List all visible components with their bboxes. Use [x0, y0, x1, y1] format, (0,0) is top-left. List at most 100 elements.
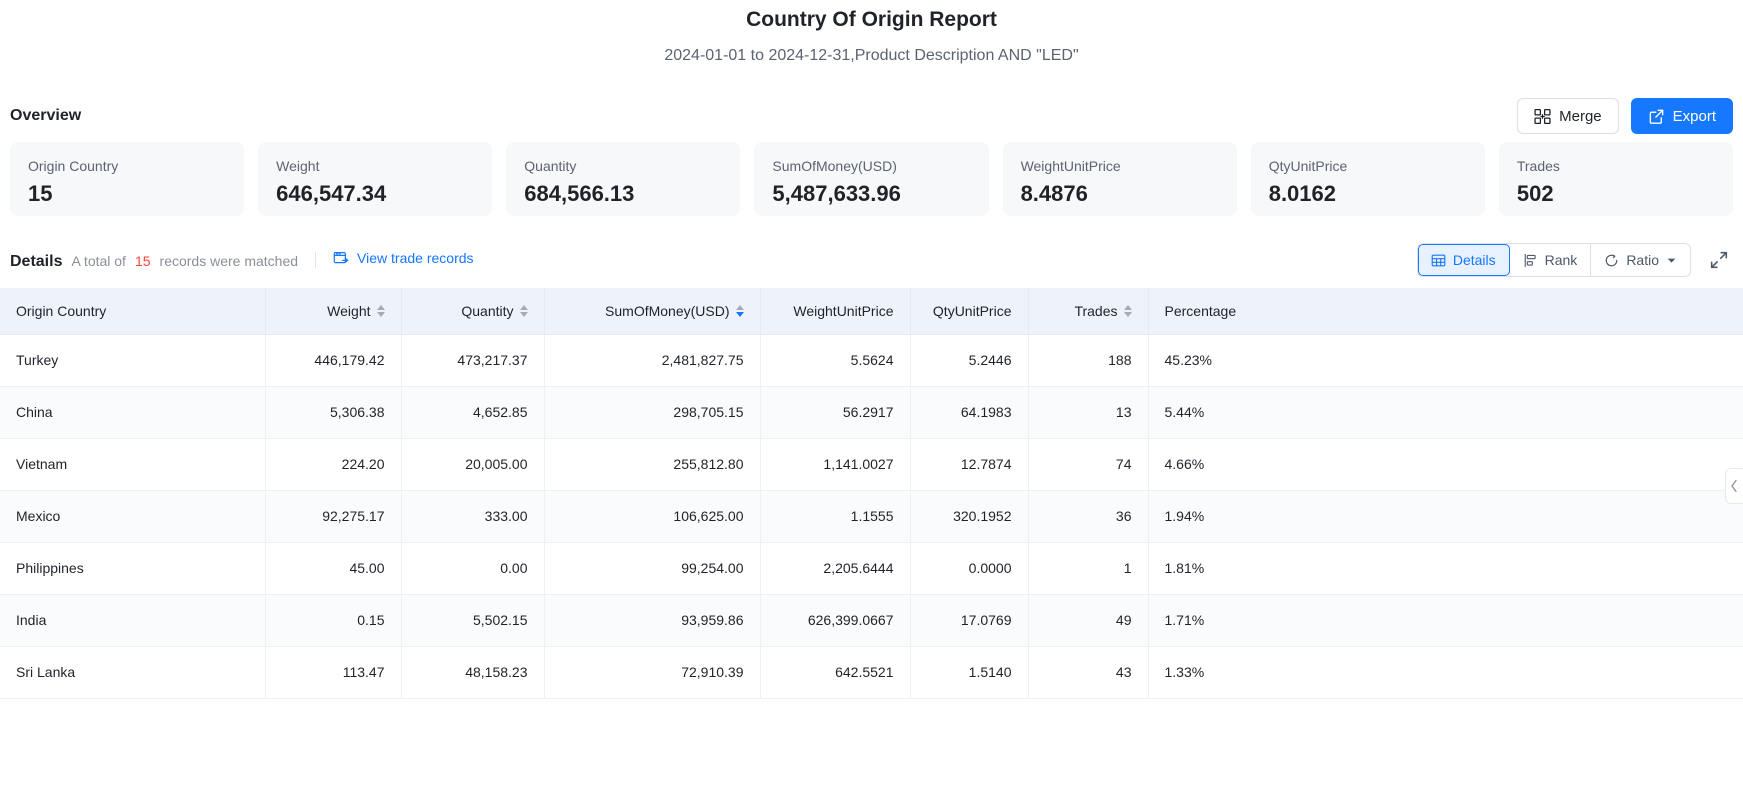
view-mode-ratio[interactable]: Ratio [1591, 244, 1690, 276]
view-mode-rank[interactable]: Rank [1510, 244, 1592, 276]
view-mode-details[interactable]: Details [1418, 244, 1510, 276]
stat-card: QtyUnitPrice 8.0162 [1251, 142, 1485, 216]
cell-weight: 5,306.38 [265, 386, 401, 438]
cell-trades: 188 [1028, 334, 1148, 386]
cell-qtyunitprice: 17.0769 [910, 594, 1028, 646]
table-row[interactable]: Philippines 45.00 0.00 99,254.00 2,205.6… [0, 542, 1743, 594]
cell-sumofmoney: 72,910.39 [544, 646, 760, 698]
overview-title: Overview [10, 107, 81, 125]
table-row[interactable]: Turkey 446,179.42 473,217.37 2,481,827.7… [0, 334, 1743, 386]
cell-trades: 1 [1028, 542, 1148, 594]
cell-trades: 74 [1028, 438, 1148, 490]
table-row[interactable]: India 0.15 5,502.15 93,959.86 626,399.06… [0, 594, 1743, 646]
stat-card: Quantity 684,566.13 [506, 142, 740, 216]
report-page: Country Of Origin Report 2024-01-01 to 2… [0, 0, 1743, 785]
stat-label: Trades [1517, 156, 1715, 176]
merge-icon [1534, 108, 1551, 125]
column-header-weight[interactable]: Weight [265, 288, 401, 334]
table-row[interactable]: China 5,306.38 4,652.85 298,705.15 56.29… [0, 386, 1743, 438]
view-mode-ratio-label: Ratio [1626, 252, 1659, 268]
cell-qtyunitprice: 12.7874 [910, 438, 1028, 490]
cell-quantity: 0.00 [401, 542, 544, 594]
cell-weight: 45.00 [265, 542, 401, 594]
divider [315, 252, 316, 268]
column-header-quantity[interactable]: Quantity [401, 288, 544, 334]
cell-origin-country: Vietnam [0, 438, 265, 490]
cell-origin-country: Turkey [0, 334, 265, 386]
cell-qtyunitprice: 1.5140 [910, 646, 1028, 698]
cell-weightunitprice: 642.5521 [760, 646, 910, 698]
overview-bar: Overview Merge [0, 96, 1743, 136]
details-bar: Details A total of 15 records were match… [0, 240, 1743, 280]
details-title: Details [10, 253, 62, 271]
cell-origin-country: China [0, 386, 265, 438]
page-title: Country Of Origin Report [0, 4, 1743, 36]
table-row[interactable]: Vietnam 224.20 20,005.00 255,812.80 1,14… [0, 438, 1743, 490]
table-row[interactable]: Mexico 92,275.17 333.00 106,625.00 1.155… [0, 490, 1743, 542]
overview-actions: Merge Export [1517, 98, 1733, 134]
column-header-trades[interactable]: Trades [1028, 288, 1148, 334]
sort-icon-active-desc[interactable] [736, 305, 744, 317]
stat-card: Origin Country 15 [10, 142, 244, 216]
stat-card: WeightUnitPrice 8.4876 [1003, 142, 1237, 216]
chevron-down-icon [1666, 255, 1677, 266]
ratio-icon [1604, 253, 1619, 268]
sort-icon[interactable] [377, 305, 385, 317]
trade-records-icon [333, 250, 349, 266]
view-mode-group: Details Rank [1417, 243, 1691, 277]
stat-label: WeightUnitPrice [1021, 156, 1219, 176]
cell-quantity: 20,005.00 [401, 438, 544, 490]
sort-icon[interactable] [1124, 305, 1132, 317]
view-trade-records-link[interactable]: View trade records [333, 250, 473, 266]
table-row[interactable]: Sri Lanka 113.47 48,158.23 72,910.39 642… [0, 646, 1743, 698]
view-trade-records-label: View trade records [357, 250, 473, 266]
view-mode-rank-label: Rank [1545, 252, 1578, 268]
stat-label: Quantity [524, 156, 722, 176]
overview-stat-cards: Origin Country 15 Weight 646,547.34 Quan… [0, 142, 1743, 216]
details-table: Origin Country Weight Quantity [0, 288, 1743, 699]
cell-quantity: 333.00 [401, 490, 544, 542]
stat-card: Weight 646,547.34 [258, 142, 492, 216]
rank-icon [1523, 253, 1538, 268]
view-mode-details-label: Details [1453, 252, 1496, 268]
table-body: Turkey 446,179.42 473,217.37 2,481,827.7… [0, 334, 1743, 698]
column-header-weightunitprice[interactable]: WeightUnitPrice [760, 288, 910, 334]
cell-weight: 92,275.17 [265, 490, 401, 542]
merge-button[interactable]: Merge [1517, 98, 1619, 134]
cell-sumofmoney: 99,254.00 [544, 542, 760, 594]
stat-label: SumOfMoney(USD) [772, 156, 970, 176]
column-header-origin-country[interactable]: Origin Country [0, 288, 265, 334]
stat-value: 684,566.13 [524, 178, 722, 210]
cell-qtyunitprice: 320.1952 [910, 490, 1028, 542]
cell-weightunitprice: 5.5624 [760, 334, 910, 386]
details-meta-prefix: A total of [71, 253, 125, 269]
cell-sumofmoney: 298,705.15 [544, 386, 760, 438]
export-button[interactable]: Export [1631, 98, 1733, 134]
stat-card: SumOfMoney(USD) 5,487,633.96 [754, 142, 988, 216]
cell-sumofmoney: 255,812.80 [544, 438, 760, 490]
sort-icon[interactable] [520, 305, 528, 317]
column-header-qtyunitprice[interactable]: QtyUnitPrice [910, 288, 1028, 334]
column-header-label: Origin Country [16, 303, 106, 319]
stat-label: QtyUnitPrice [1269, 156, 1467, 176]
cell-sumofmoney: 93,959.86 [544, 594, 760, 646]
stat-label: Weight [276, 156, 474, 176]
stat-label: Origin Country [28, 156, 226, 176]
column-header-sumofmoney[interactable]: SumOfMoney(USD) [544, 288, 760, 334]
column-header-label: SumOfMoney(USD) [605, 303, 729, 319]
details-record-count: 15 [135, 253, 151, 269]
cell-percentage: 1.81% [1148, 542, 1743, 594]
cell-percentage: 1.94% [1148, 490, 1743, 542]
cell-weight: 446,179.42 [265, 334, 401, 386]
cell-origin-country: Philippines [0, 542, 265, 594]
stat-value: 15 [28, 178, 226, 210]
fullscreen-button[interactable] [1705, 246, 1733, 274]
column-header-label: QtyUnitPrice [933, 303, 1012, 319]
stat-value: 646,547.34 [276, 178, 474, 210]
cell-weight: 224.20 [265, 438, 401, 490]
side-panel-handle[interactable] [1725, 468, 1743, 504]
cell-percentage: 5.44% [1148, 386, 1743, 438]
merge-button-label: Merge [1559, 108, 1602, 125]
column-header-percentage[interactable]: Percentage [1148, 288, 1743, 334]
details-bar-right: Details Rank [1417, 243, 1733, 277]
